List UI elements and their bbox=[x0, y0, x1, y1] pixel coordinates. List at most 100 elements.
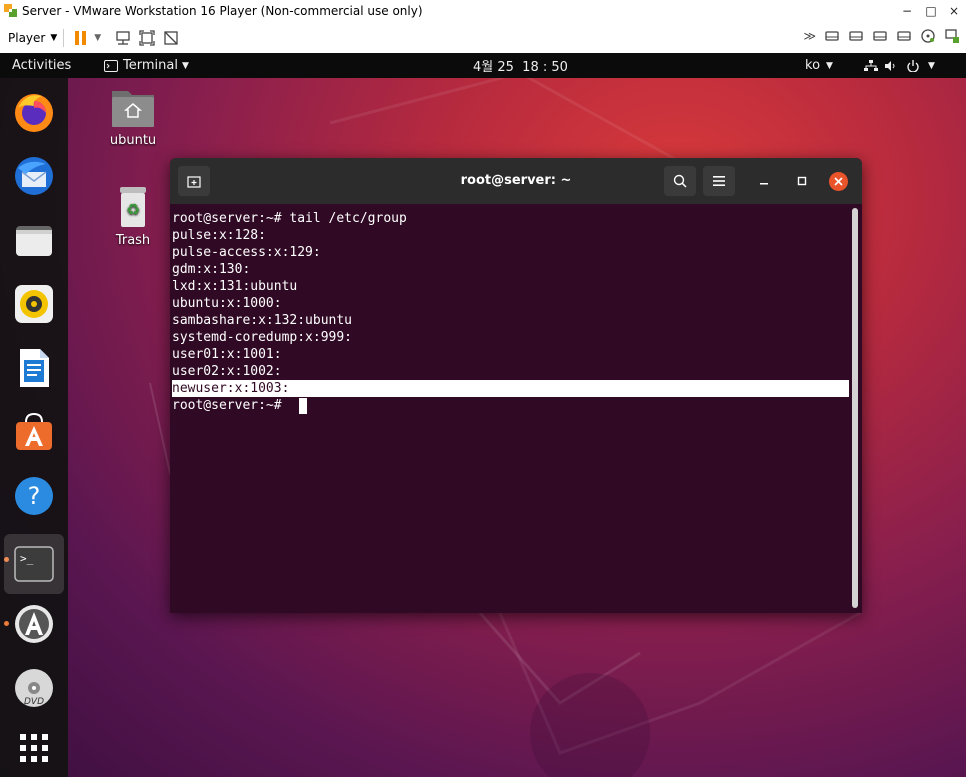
dock-ubuntu-software[interactable] bbox=[10, 408, 58, 456]
terminal-line: pulse-access:x:129: bbox=[172, 245, 321, 260]
help-icon: ? bbox=[15, 477, 53, 515]
desktop-icon-trash[interactable]: ♻ Trash bbox=[103, 185, 163, 248]
search-icon bbox=[673, 174, 687, 188]
volume-icon bbox=[885, 60, 895, 71]
terminal-line: user01:x:1001: bbox=[172, 347, 282, 362]
terminal-line: pulse:x:128: bbox=[172, 228, 266, 243]
vmware-app-icon bbox=[4, 4, 18, 18]
clock[interactable]: 4월 25 18 : 50 bbox=[473, 53, 568, 78]
pause-icon bbox=[75, 30, 87, 45]
hamburger-menu-icon bbox=[713, 176, 725, 186]
dock-software-updater[interactable] bbox=[10, 600, 58, 648]
menu-button[interactable] bbox=[703, 166, 735, 196]
terminal-icon: >_ bbox=[14, 546, 54, 582]
dock-libreoffice-writer[interactable] bbox=[10, 344, 58, 392]
chevron-down-icon: ▼ bbox=[94, 32, 102, 43]
terminal-scrollbar[interactable] bbox=[852, 208, 858, 608]
firefox-icon bbox=[15, 94, 53, 132]
terminal-icon bbox=[104, 59, 118, 72]
window-maximize-button[interactable] bbox=[794, 173, 810, 189]
hard-disk-icon[interactable] bbox=[824, 28, 840, 44]
search-button[interactable] bbox=[664, 166, 696, 196]
svg-text:♻: ♻ bbox=[126, 200, 140, 219]
fit-guest-button[interactable] bbox=[135, 27, 159, 49]
activities-button[interactable]: Activities bbox=[12, 53, 71, 78]
thunderbird-icon bbox=[15, 157, 53, 195]
toolbar-divider bbox=[63, 28, 65, 47]
chevron-down-icon: ▼ bbox=[50, 32, 58, 43]
terminal-line: ubuntu:x:1000: bbox=[172, 296, 282, 311]
software-updater-icon bbox=[15, 605, 53, 643]
window-minimize-button[interactable] bbox=[756, 173, 772, 189]
network-adapter-icon[interactable] bbox=[944, 28, 960, 44]
activities-label: Activities bbox=[12, 58, 72, 73]
caret-down-icon: ▼ bbox=[928, 60, 935, 71]
rhythmbox-icon bbox=[15, 285, 53, 323]
vmware-toolbar: Player ▼ ▼ ≫ bbox=[0, 22, 966, 54]
close-icon bbox=[834, 177, 843, 186]
terminal-headerbar[interactable]: root@server: ~ bbox=[170, 158, 862, 204]
system-menu[interactable]: ▼ bbox=[864, 53, 935, 78]
terminal-cursor bbox=[299, 398, 307, 414]
dock-firefox[interactable] bbox=[10, 88, 58, 136]
home-folder-icon bbox=[112, 91, 154, 127]
terminal-menu-label: Terminal bbox=[123, 58, 178, 73]
dock-terminal[interactable]: >_ bbox=[4, 534, 64, 594]
terminal-window[interactable]: root@server: ~ root@server:~# tail /etc/… bbox=[170, 158, 862, 613]
gnome-topbar: Activities Terminal ▼ 4월 25 18 : 50 ko ▼… bbox=[0, 53, 966, 78]
svg-text:>_: >_ bbox=[20, 552, 34, 565]
window-close-button[interactable] bbox=[829, 172, 848, 191]
unity-icon bbox=[164, 30, 178, 45]
network-wired-icon bbox=[864, 59, 878, 71]
terminal-output[interactable]: root@server:~# tail /etc/group pulse:x:1… bbox=[170, 204, 862, 613]
show-applications-icon bbox=[20, 734, 48, 762]
desktop-icon-label: ubuntu bbox=[109, 133, 157, 148]
power-icon bbox=[907, 59, 919, 72]
double-chevron-icon[interactable]: ≫ bbox=[803, 29, 816, 43]
hard-disk-icon[interactable] bbox=[872, 28, 888, 44]
terminal-line: user02:x:1002: bbox=[172, 364, 282, 379]
svg-text:DVD: DVD bbox=[24, 697, 44, 707]
dock-files[interactable] bbox=[10, 216, 58, 264]
vmware-window-title: Server - VMware Workstation 16 Player (N… bbox=[22, 4, 423, 18]
svg-text:?: ? bbox=[28, 482, 41, 510]
dock-help[interactable]: ? bbox=[10, 472, 58, 520]
terminal-line-selected: newuser:x:1003: bbox=[172, 380, 849, 397]
player-menu-button[interactable]: Player ▼ bbox=[8, 27, 57, 49]
desktop-icon-home[interactable]: ubuntu bbox=[103, 87, 163, 148]
caret-down-icon: ▼ bbox=[826, 60, 833, 71]
terminal-line: root@server:~# tail /etc/group bbox=[172, 211, 407, 226]
terminal-line: sambashare:x:132:ubuntu bbox=[172, 313, 353, 328]
terminal-line: gdm:x:130: bbox=[172, 262, 251, 277]
pause-button[interactable]: ▼ bbox=[74, 27, 101, 49]
clock-label: 4월 25 18 : 50 bbox=[473, 60, 568, 75]
unity-mode-button[interactable] bbox=[159, 27, 183, 49]
keyboard-layout-menu[interactable]: ko ▼ bbox=[805, 53, 833, 78]
cd-drive-icon[interactable] bbox=[920, 28, 936, 44]
trash-icon: ♻ bbox=[120, 187, 146, 227]
player-menu-label: Player bbox=[8, 30, 46, 45]
hard-disk-icon[interactable] bbox=[896, 28, 912, 44]
ubuntu-software-icon bbox=[16, 412, 52, 450]
libreoffice-writer-icon bbox=[20, 349, 49, 387]
ubuntu-desktop: Activities Terminal ▼ 4월 25 18 : 50 ko ▼… bbox=[0, 53, 966, 777]
vmware-titlebar: Server - VMware Workstation 16 Player (N… bbox=[0, 0, 966, 22]
files-icon bbox=[16, 226, 52, 256]
send-ctrl-alt-del-button[interactable] bbox=[111, 27, 135, 49]
dvd-icon: DVD bbox=[15, 669, 53, 707]
show-applications-button[interactable] bbox=[10, 724, 58, 772]
minimize-icon bbox=[760, 183, 768, 185]
device-status-icons: ≫ bbox=[803, 28, 960, 44]
minimize-button[interactable]: − bbox=[894, 0, 920, 22]
dock-rhythmbox[interactable] bbox=[10, 280, 58, 328]
caret-down-icon: ▼ bbox=[181, 60, 189, 71]
dock-dvd[interactable]: DVD bbox=[10, 664, 58, 712]
hard-disk-icon[interactable] bbox=[848, 28, 864, 44]
keyboard-layout-label: ko bbox=[805, 58, 821, 73]
ubuntu-dock: ? >_ DVD bbox=[0, 78, 68, 777]
dock-thunderbird[interactable] bbox=[10, 152, 58, 200]
terminal-line: systemd-coredump:x:999: bbox=[172, 330, 353, 345]
close-button[interactable]: × bbox=[941, 0, 966, 22]
terminal-app-menu[interactable]: Terminal ▼ bbox=[104, 53, 189, 78]
desktop-icon-label: Trash bbox=[115, 233, 151, 248]
